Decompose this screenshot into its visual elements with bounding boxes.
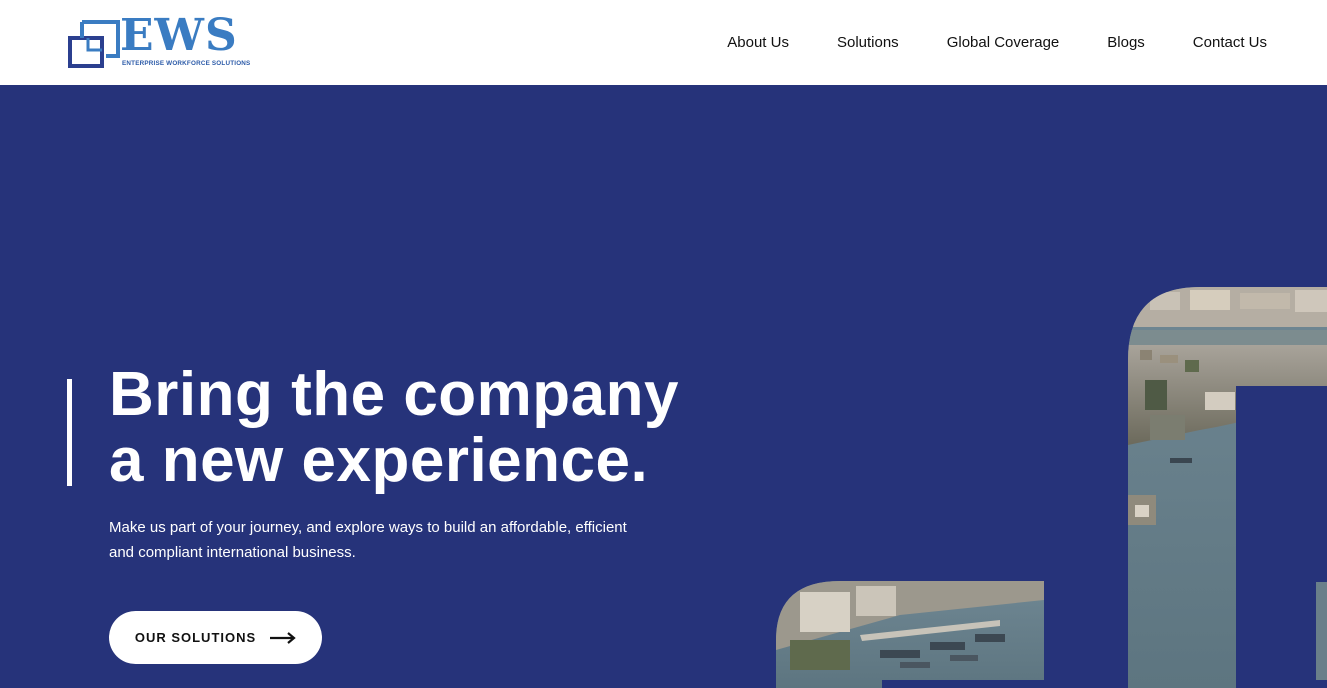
hero-subtitle: Make us part of your journey, and explor…: [109, 519, 627, 561]
site-header: EWS ENTERPRISE WORKFORCE SOLUTIONS About…: [0, 0, 1327, 85]
city-river-aerial-photo-large: [1128, 287, 1327, 688]
nav-blogs[interactable]: Blogs: [1107, 34, 1145, 51]
nav-contact-us[interactable]: Contact Us: [1193, 34, 1267, 51]
hero-accent-bar: [67, 379, 72, 486]
arrow-right-icon: [270, 631, 296, 644]
logo-tagline: ENTERPRISE WORKFORCE SOLUTIONS: [122, 60, 251, 67]
hero-title: Bring the company a new experience.: [109, 362, 749, 494]
city-photo-collage: [776, 287, 1327, 688]
ews-logo[interactable]: EWS ENTERPRISE WORKFORCE SOLUTIONS: [66, 12, 250, 70]
main-nav: About Us Solutions Global Coverage Blogs…: [679, 0, 1267, 85]
hero-title-line-1: Bring the company: [109, 360, 680, 429]
logo-mark-icon: [68, 20, 120, 68]
nav-solutions[interactable]: Solutions: [837, 34, 899, 51]
logo-wordmark: EWS: [120, 10, 238, 61]
nav-global-coverage[interactable]: Global Coverage: [947, 34, 1060, 51]
our-solutions-button[interactable]: OUR SOLUTIONS: [109, 611, 322, 664]
our-solutions-label: OUR SOLUTIONS: [134, 630, 257, 645]
hero-title-line-2: a new experience.: [109, 426, 649, 495]
city-river-aerial-photo-small: [776, 581, 1044, 688]
nav-about-us[interactable]: About Us: [727, 34, 789, 51]
